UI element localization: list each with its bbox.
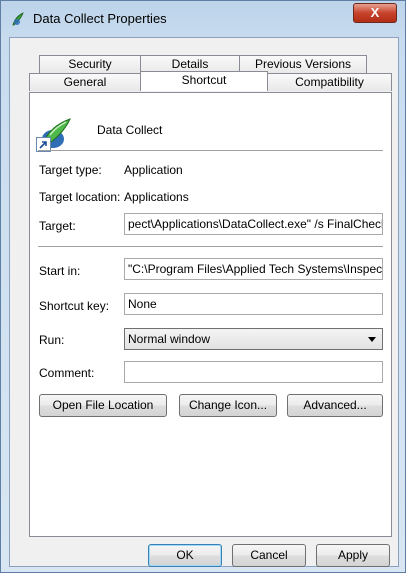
comment-label: Comment: [39, 366, 95, 380]
open-file-location-button[interactable]: Open File Location [39, 394, 167, 417]
properties-window: Data Collect Properties X Security Detai… [0, 0, 406, 573]
cancel-button[interactable]: Cancel [232, 544, 306, 567]
target-location-label: Target location: [39, 190, 121, 204]
tab-shortcut[interactable]: Shortcut [140, 71, 268, 91]
target-type-label: Target type: [39, 163, 102, 177]
tab-label: Previous Versions [254, 57, 352, 71]
title-bar[interactable]: Data Collect Properties X [1, 1, 405, 37]
run-label: Run: [39, 333, 65, 347]
chevron-down-icon [368, 337, 376, 342]
divider [38, 246, 383, 247]
target-location-value: Applications [124, 190, 189, 204]
advanced-button[interactable]: Advanced... [287, 394, 383, 417]
apply-button[interactable]: Apply [316, 544, 390, 567]
run-select-value: Normal window [128, 332, 211, 346]
ok-button[interactable]: OK [148, 544, 222, 567]
run-select[interactable]: Normal window [124, 328, 383, 350]
tab-label: Compatibility [295, 75, 364, 89]
start-in-label: Start in: [39, 264, 81, 278]
tab-security[interactable]: Security [39, 55, 141, 73]
shortcut-name: Data Collect [97, 123, 163, 137]
divider [38, 150, 383, 151]
tab-label: General [63, 75, 107, 89]
shortcut-key-label: Shortcut key: [39, 299, 110, 313]
tab-compatibility[interactable]: Compatibility [267, 73, 392, 91]
data-collect-app-icon [11, 11, 27, 27]
target-input[interactable]: pect\Applications\DataCollect.exe" /s Fi… [124, 213, 383, 235]
tab-label: Shortcut [181, 73, 227, 87]
target-type-value: Application [124, 163, 183, 177]
change-icon-button[interactable]: Change Icon... [179, 394, 277, 417]
comment-input[interactable] [124, 361, 383, 383]
shortcut-key-input[interactable]: None [124, 293, 383, 315]
tab-label: Details [171, 57, 209, 71]
target-label: Target: [39, 219, 76, 233]
tab-label: Security [68, 57, 112, 71]
close-button[interactable]: X [353, 3, 397, 23]
tab-general[interactable]: General [29, 73, 141, 91]
window-title: Data Collect Properties [33, 11, 167, 26]
start-in-input[interactable]: "C:\Program Files\Applied Tech Systems\I… [124, 258, 383, 280]
shortcut-panel: Data Collect Target type: Application Ta… [29, 92, 392, 537]
